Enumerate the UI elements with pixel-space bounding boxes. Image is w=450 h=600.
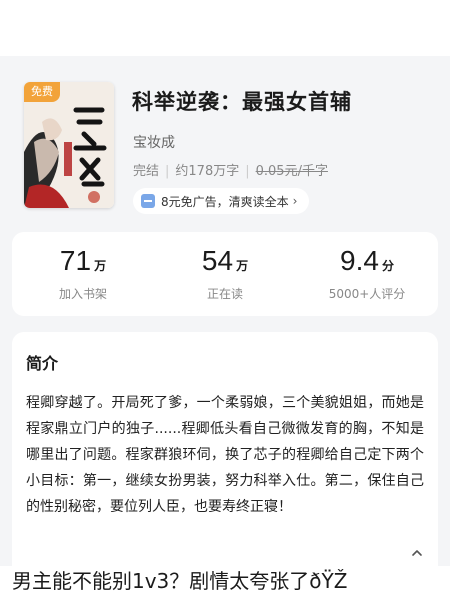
book-author[interactable]: 宝妆成 xyxy=(133,132,175,152)
book-status: 完结 xyxy=(133,164,160,179)
stat-unit: 分 xyxy=(381,259,394,273)
post-caption: 男主能不能别1v3？剧情太夸张了ðŸŽ xyxy=(12,569,348,593)
coupon-icon xyxy=(141,194,155,208)
intro-text: 程卿穿越了。开局死了爹，一个柔弱娘，三个美貌姐姐，而她是程家鼎立门户的独子...… xyxy=(26,395,424,515)
stats-card: 71 万 加入书架 54 万 正在读 9.4 分 5000+人评分 xyxy=(12,232,438,316)
stat-unit: 万 xyxy=(94,259,107,273)
book-meta: 完结 | 约178万字 | 0.05元/千字 xyxy=(133,160,328,179)
intro-heading: 简介 xyxy=(26,354,59,373)
book-detail-screen: 免费 科举逆袭：最强女首辅 宝妆成 完结 | 约178万字 | 0.05元/千字 8元免… xyxy=(0,56,450,566)
book-word-count: 约178万字 xyxy=(175,164,240,179)
stat-rating[interactable]: 9.4 分 5000+人评分 xyxy=(296,232,438,316)
free-badge: 免费 xyxy=(24,82,60,102)
stat-unit: 万 xyxy=(236,259,249,273)
book-price: 0.05元/千字 xyxy=(255,164,328,179)
stat-value: 54 xyxy=(201,245,234,276)
promo-text: 8元免广告，清爽读全本 xyxy=(161,194,289,209)
stat-value: 71 xyxy=(59,245,92,276)
stat-reading: 54 万 正在读 xyxy=(154,232,296,316)
ad-free-promo-button[interactable]: 8元免广告，清爽读全本 › xyxy=(133,188,310,214)
stat-label: 5000+人评分 xyxy=(328,287,406,301)
meta-divider: | xyxy=(245,164,250,179)
stat-label: 正在读 xyxy=(206,287,243,301)
stat-bookshelf: 71 万 加入书架 xyxy=(12,232,154,316)
book-title: 科举逆袭：最强女首辅 xyxy=(132,90,352,114)
book-header: 免费 科举逆袭：最强女首辅 宝妆成 完结 | 约178万字 | 0.05元/千字 8元免… xyxy=(0,56,450,232)
stat-value: 9.4 xyxy=(340,245,379,276)
chevron-up-icon[interactable] xyxy=(410,546,424,560)
book-cover[interactable]: 免费 xyxy=(24,82,114,208)
meta-divider: | xyxy=(165,164,170,179)
chevron-right-icon: › xyxy=(292,194,298,208)
intro-card: 简介 程卿穿越了。开局死了爹，一个柔弱娘，三个美貌姐姐，而她是程家鼎立门户的独子… xyxy=(12,332,438,566)
stat-label: 加入书架 xyxy=(58,287,107,301)
